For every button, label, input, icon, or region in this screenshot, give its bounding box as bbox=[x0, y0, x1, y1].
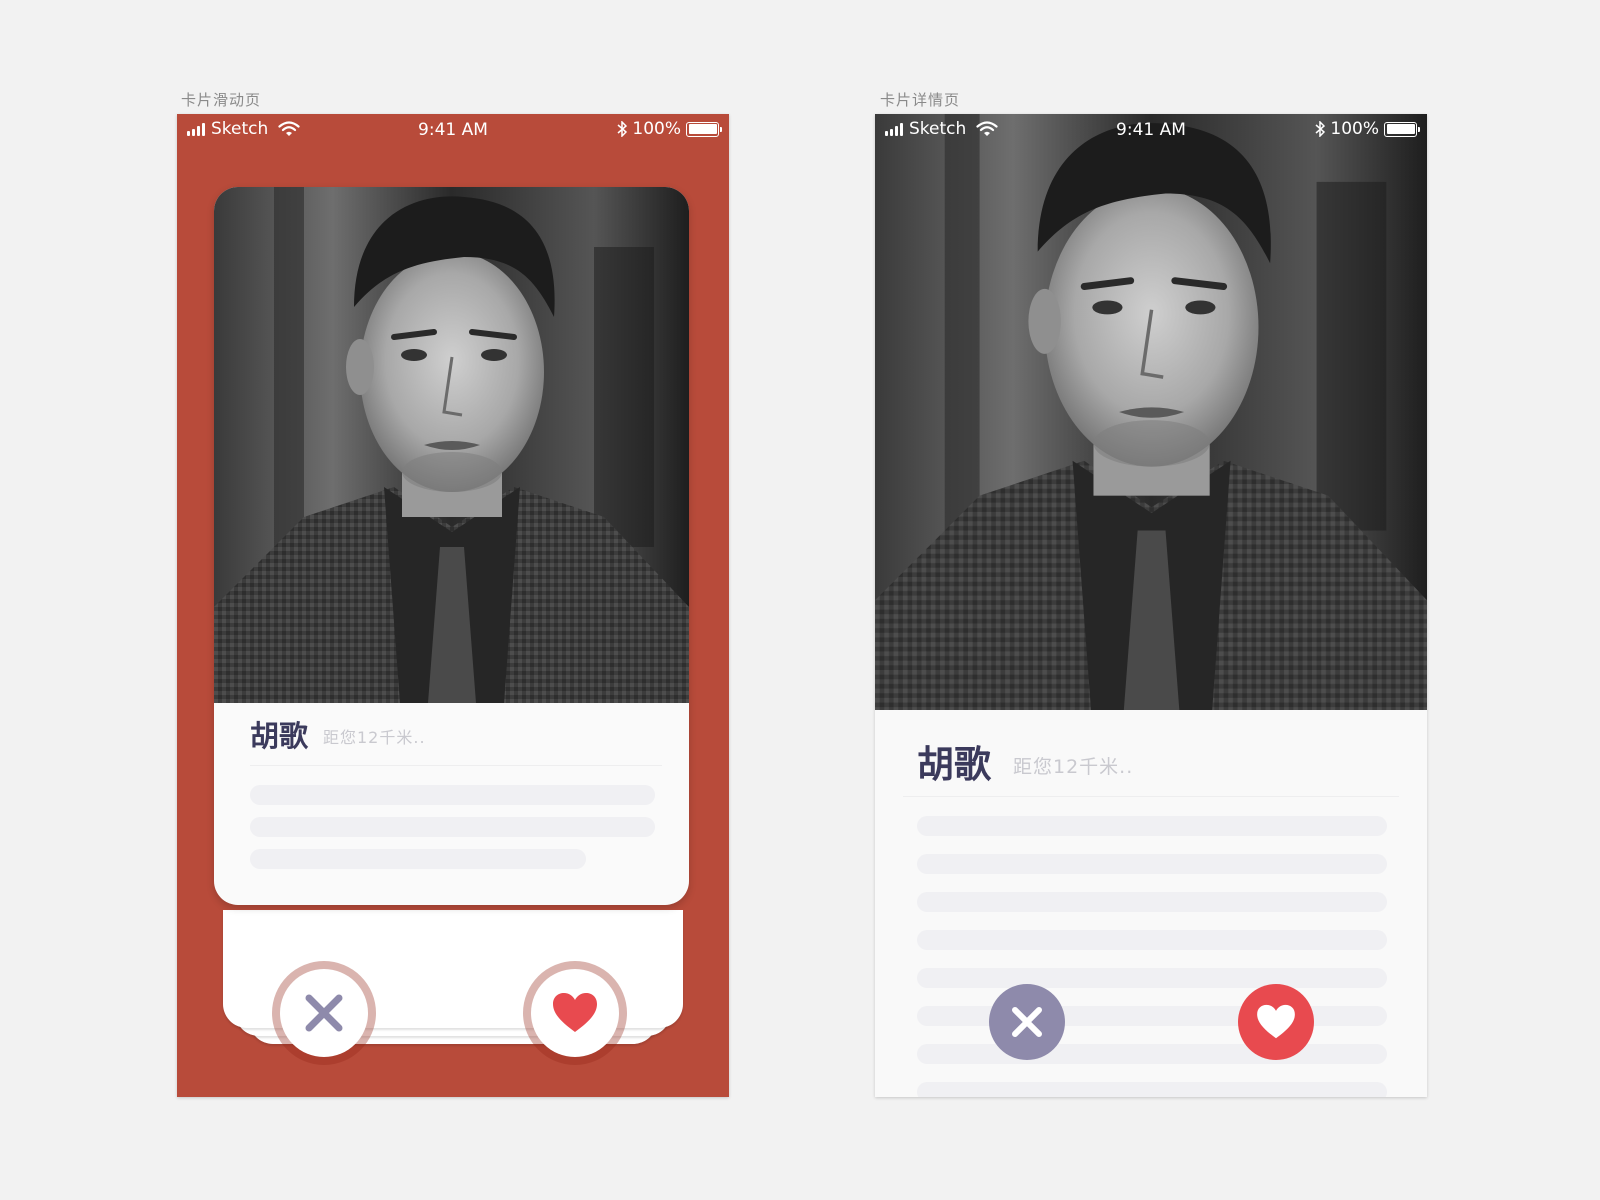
dislike-button-halo bbox=[272, 961, 376, 1065]
battery-percent: 100% bbox=[1330, 119, 1379, 139]
skeleton-line bbox=[917, 968, 1387, 988]
bluetooth-icon bbox=[1315, 121, 1326, 137]
divider bbox=[250, 765, 662, 766]
skeleton-line bbox=[250, 849, 586, 869]
artboard-title: 卡片详情页 bbox=[880, 91, 961, 109]
skeleton-line bbox=[917, 930, 1387, 950]
dislike-button[interactable] bbox=[280, 969, 368, 1057]
skeleton-line bbox=[917, 892, 1387, 912]
heart-icon bbox=[1257, 1004, 1295, 1039]
profile-name: 胡歌 bbox=[917, 743, 991, 786]
skeleton-line bbox=[917, 1082, 1387, 1097]
heart-icon bbox=[553, 993, 597, 1032]
swipe-screen: Sketch 9:41 AM 100% 胡歌 距您12千米.. bbox=[177, 114, 729, 1097]
like-button-halo bbox=[523, 961, 627, 1065]
battery-icon bbox=[686, 121, 722, 137]
skeleton-line bbox=[250, 785, 655, 805]
battery-percent: 100% bbox=[632, 119, 681, 139]
like-button[interactable] bbox=[531, 969, 619, 1057]
dislike-button[interactable] bbox=[989, 984, 1065, 1060]
profile-photo bbox=[875, 114, 1427, 710]
skeleton-line bbox=[917, 854, 1387, 874]
like-button[interactable] bbox=[1238, 984, 1314, 1060]
skeleton-line bbox=[250, 817, 655, 837]
profile-card[interactable]: 胡歌 距您12千米.. bbox=[214, 187, 689, 905]
divider bbox=[903, 796, 1399, 797]
close-x-icon bbox=[1012, 1007, 1042, 1037]
status-bar: Sketch 9:41 AM 100% bbox=[875, 114, 1427, 144]
battery-icon bbox=[1384, 121, 1420, 137]
skeleton-line bbox=[917, 1044, 1387, 1064]
detail-info-panel: 胡歌 距您12千米.. bbox=[875, 710, 1427, 1097]
bluetooth-icon bbox=[617, 121, 628, 137]
profile-distance: 距您12千米.. bbox=[1013, 756, 1134, 778]
status-bar: Sketch 9:41 AM 100% bbox=[177, 114, 729, 144]
artboard-title: 卡片滑动页 bbox=[181, 91, 262, 109]
profile-distance: 距您12千米.. bbox=[323, 728, 426, 747]
detail-screen: Sketch 9:41 AM 100% 胡歌 距您12千米.. bbox=[875, 114, 1427, 1097]
skeleton-line bbox=[917, 1006, 1387, 1026]
profile-photo bbox=[214, 187, 689, 703]
close-x-icon bbox=[305, 994, 343, 1032]
skeleton-line bbox=[917, 816, 1387, 836]
profile-name: 胡歌 bbox=[250, 719, 309, 753]
